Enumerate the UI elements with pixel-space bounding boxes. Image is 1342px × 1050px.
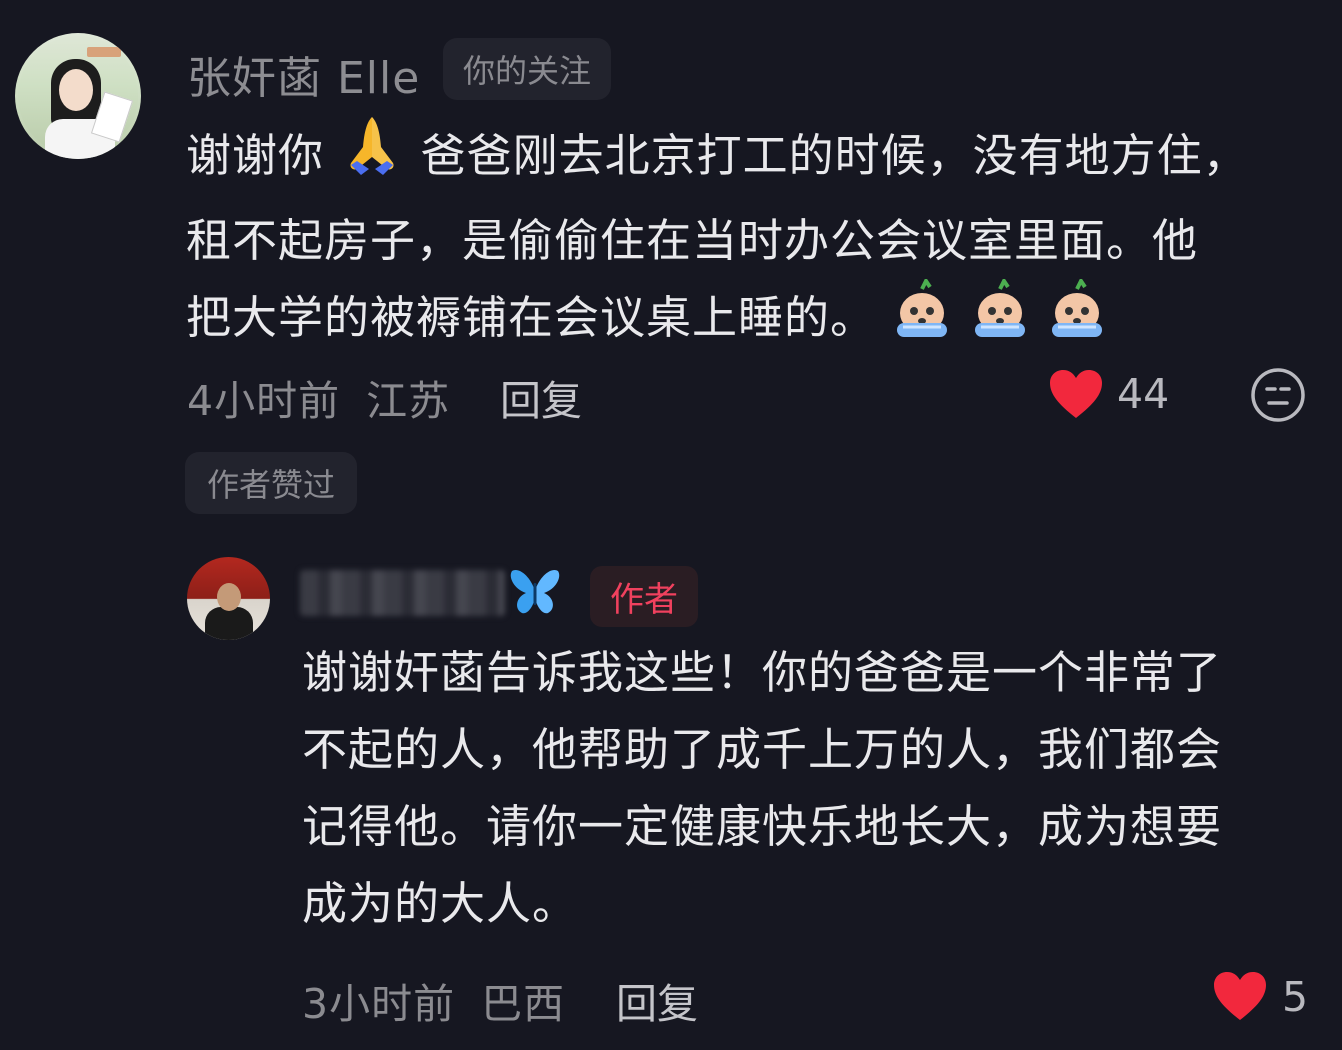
author-badge: 作者	[590, 566, 698, 627]
comment-line: 谢谢你 爸爸刚去北京打工的时候，没有地方住，	[186, 113, 1306, 202]
follow-badge: 你的关注	[443, 38, 612, 100]
comment-line: 成为的大人。	[302, 877, 579, 930]
username[interactable]: 张奸菡 Elle	[187, 42, 420, 106]
author-liked-badge: 作者赞过	[185, 452, 358, 514]
comment-line: 不起的人，他帮助了成千上万的人，我们都会	[302, 723, 1223, 776]
comment-line: 把大学的被褥铺在会议桌上睡的。	[186, 277, 1306, 364]
comment-text: 谢谢奸菡告诉我这些！你的爸爸是一个非常了 不起的人，他帮助了成千上万的人，我们都…	[302, 634, 1312, 942]
comment-line: 租不起房子，是偷偷住在当时办公会议室里面。他	[186, 214, 1199, 267]
location: 江苏	[366, 377, 451, 425]
crying-emoji-icon	[969, 277, 1031, 364]
crying-emoji-icon	[1046, 277, 1108, 364]
butterfly-icon	[508, 565, 562, 621]
reply-button[interactable]: 回复	[500, 367, 582, 427]
timestamp: 4小时前	[187, 377, 341, 425]
crying-emoji-icon	[891, 277, 953, 364]
comment-meta: 3小时前 巴西	[302, 970, 565, 1030]
like-count: 5	[1282, 973, 1309, 1021]
location: 巴西	[481, 980, 566, 1028]
comment-meta: 4小时前 江苏	[187, 367, 450, 427]
like-count: 44	[1117, 370, 1170, 418]
heart-icon[interactable]	[1212, 970, 1268, 1026]
reply-button[interactable]: 回复	[616, 970, 698, 1030]
blurred-username[interactable]	[300, 570, 505, 616]
comment-line: 记得他。请你一定健康快乐地长大，成为想要	[302, 800, 1223, 853]
pray-icon	[339, 113, 405, 202]
neutral-face-icon[interactable]	[1250, 367, 1306, 427]
comment-line: 谢谢奸菡告诉我这些！你的爸爸是一个非常了	[302, 646, 1223, 699]
comment-thread: 张奸菡 Elle 你的关注 谢谢你 爸爸刚去北京打工的时候，没有地方住， 租不起…	[0, 0, 1342, 1050]
heart-icon[interactable]	[1048, 368, 1104, 424]
avatar[interactable]	[187, 557, 270, 640]
comment-text: 谢谢你 爸爸刚去北京打工的时候，没有地方住， 租不起房子，是偷偷住在当时办公会议…	[186, 113, 1306, 364]
avatar[interactable]	[15, 33, 141, 159]
timestamp: 3小时前	[302, 980, 456, 1028]
